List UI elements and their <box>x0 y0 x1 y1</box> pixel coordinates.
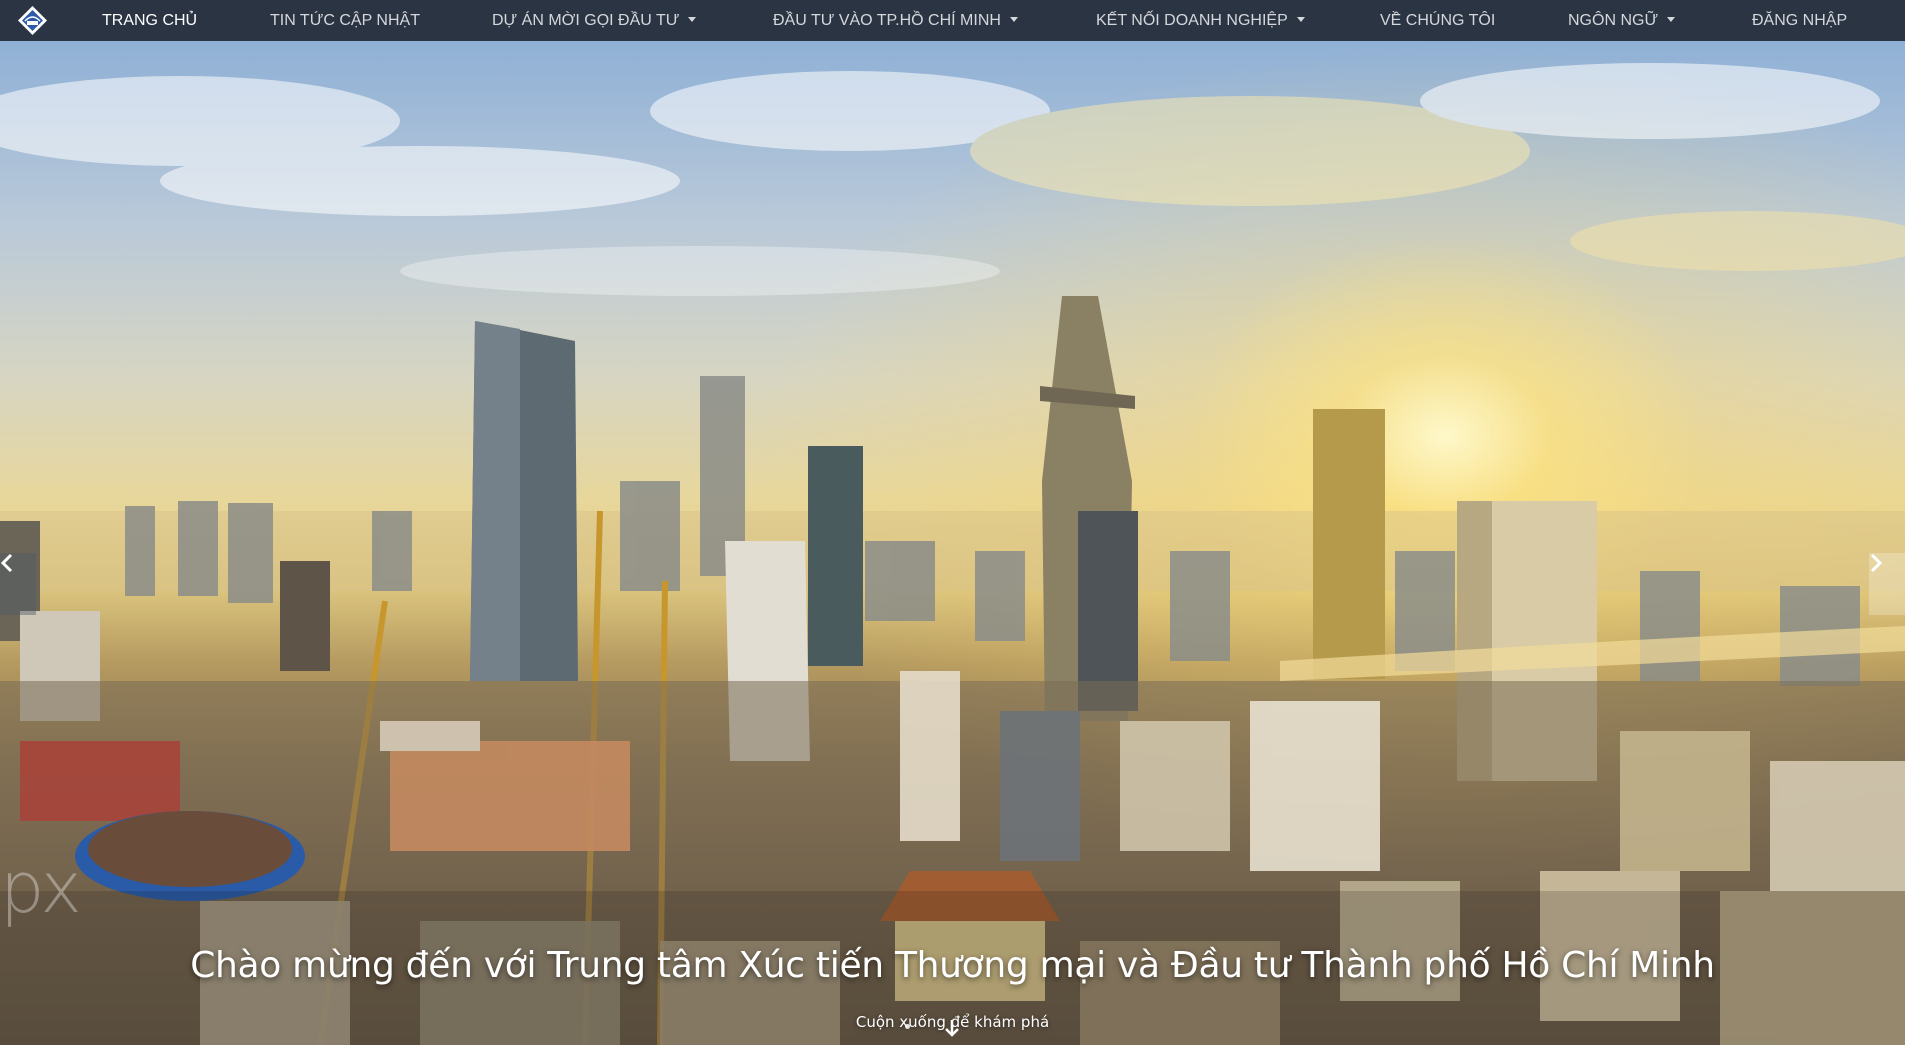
nav-invest-hcmc[interactable]: ĐẦU TƯ VÀO TP.HỒ CHÍ MINH <box>773 0 1018 41</box>
hero-carousel: px Chào mừng đến với Trung tâm Xúc tiến … <box>0 41 1905 1045</box>
city-skyline-image <box>0 63 1905 1045</box>
chevron-left-icon <box>0 553 13 573</box>
caret-down-icon <box>1009 17 1018 22</box>
nav-investment-projects-label: DỰ ÁN MỜI GỌI ĐẦU TƯ <box>492 12 680 29</box>
nav-login-label: ĐĂNG NHẬP <box>1752 12 1848 29</box>
nav-news-label: TIN TỨC CẬP NHẬT <box>270 12 420 29</box>
nav-about-us-label: VỀ CHÚNG TÔI <box>1380 12 1496 29</box>
nav-login[interactable]: ĐĂNG NHẬP <box>1752 0 1847 41</box>
caret-down-icon <box>688 17 697 22</box>
carousel-prev-button[interactable] <box>0 553 36 615</box>
arrow-down-icon <box>945 1020 959 1037</box>
scroll-down-button[interactable] <box>943 1018 961 1038</box>
carousel-indicator-dot[interactable] <box>905 1024 910 1029</box>
top-navbar: TRANG CHỦ TIN TỨC CẬP NHẬT DỰ ÁN MỜI GỌI… <box>0 0 1905 41</box>
nav-home-label: TRANG CHỦ <box>102 12 198 29</box>
hero-title: Chào mừng đến với Trung tâm Xúc tiến Thư… <box>190 945 1715 986</box>
nav-news[interactable]: TIN TỨC CẬP NHẬT <box>270 0 420 41</box>
caret-down-icon <box>1667 17 1676 22</box>
nav-language-label: NGÔN NGỮ <box>1568 12 1659 29</box>
watermark-text: px <box>0 847 82 929</box>
nav-invest-hcmc-label: ĐẦU TƯ VÀO TP.HỒ CHÍ MINH <box>773 12 1001 29</box>
hcm-itpc-logo-icon[interactable] <box>17 5 48 36</box>
nav-home[interactable]: TRANG CHỦ <box>102 0 197 41</box>
nav-investment-projects[interactable]: DỰ ÁN MỜI GỌI ĐẦU TƯ <box>492 0 697 41</box>
nav-about-us[interactable]: VỀ CHÚNG TÔI <box>1380 0 1495 41</box>
nav-business-connect[interactable]: KẾT NỐI DOANH NGHIỆP <box>1096 0 1305 41</box>
caret-down-icon <box>1296 17 1305 22</box>
chevron-right-icon <box>1870 553 1883 573</box>
nav-language[interactable]: NGÔN NGỮ <box>1568 0 1676 41</box>
carousel-next-button[interactable] <box>1869 553 1905 615</box>
nav-business-connect-label: KẾT NỐI DOANH NGHIỆP <box>1096 12 1288 29</box>
